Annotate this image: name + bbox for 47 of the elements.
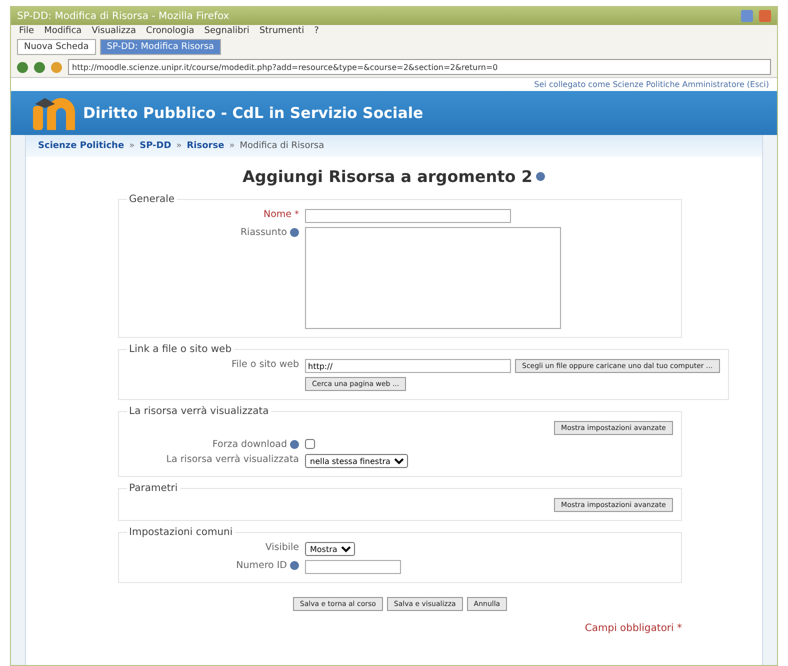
breadcrumb-item[interactable]: Scienze Politiche xyxy=(38,141,124,151)
site-title: Diritto Pubblico - CdL in Servizio Sociale xyxy=(83,104,424,122)
breadcrumb-separator: » xyxy=(176,141,182,151)
field-label: La risorsa verrà visualizzata xyxy=(166,454,299,465)
field-label: File o sito web xyxy=(231,359,299,370)
window-title: SP-DD: Modifica di Risorsa - Mozilla Firefox xyxy=(17,10,230,22)
breadcrumb-separator: » xyxy=(229,141,235,151)
section-legend: Parametri xyxy=(127,483,180,494)
dropdown[interactable]: Mostra xyxy=(305,542,355,556)
menu-item[interactable]: Cronologia xyxy=(146,26,194,36)
field-label: Forza download xyxy=(212,439,287,450)
login-info: Sei collegato come Scienze Politiche Amministratore (Esci) xyxy=(11,78,777,91)
breadcrumb-item[interactable]: Risorse xyxy=(186,141,224,151)
field-label: Nome xyxy=(263,209,292,220)
logo-icon xyxy=(31,96,77,130)
menu-item[interactable]: File xyxy=(19,26,34,36)
browser-tab[interactable]: Nuova Scheda xyxy=(17,39,96,55)
section-legend: Link a file o sito web xyxy=(127,344,234,355)
breadcrumb-item[interactable]: SP-DD xyxy=(140,141,172,151)
menu-item[interactable]: Segnalibri xyxy=(204,26,250,36)
breadcrumb-separator: » xyxy=(129,141,135,151)
help-icon[interactable] xyxy=(290,440,299,449)
field-label: Numero ID xyxy=(236,560,287,571)
required-mark: * xyxy=(294,210,299,220)
help-icon[interactable] xyxy=(536,172,546,181)
field-label: Riassunto xyxy=(240,227,287,238)
field-label: Visibile xyxy=(265,542,299,553)
text-field[interactable] xyxy=(305,209,511,223)
text-field[interactable] xyxy=(305,560,401,574)
help-icon[interactable] xyxy=(290,228,299,237)
checkbox[interactable] xyxy=(305,439,315,449)
menu-item[interactable]: ? xyxy=(314,26,319,36)
url-field[interactable]: http:// xyxy=(305,359,511,373)
address-field[interactable]: http://moodle.scienze.unipr.it/course/modedit.php?add=resource&type=&course=2&section=2&return=0 xyxy=(68,59,771,75)
help-icon[interactable] xyxy=(290,561,299,570)
required-note: Campi obbligatori * xyxy=(584,623,682,634)
menu-item[interactable]: Visualizza xyxy=(92,26,136,36)
section-legend: Generale xyxy=(127,194,177,205)
section-legend: La risorsa verrà visualizzata xyxy=(127,406,271,417)
browser-tab[interactable]: SP-DD: Modifica Risorsa xyxy=(100,39,222,55)
page-title: Aggiungi Risorsa a argomento 2 xyxy=(242,167,532,186)
menu-item[interactable]: Modifica xyxy=(44,26,82,36)
section-legend: Impostazioni comuni xyxy=(127,527,235,538)
text-area[interactable] xyxy=(305,227,561,329)
menu-item[interactable]: Strumenti xyxy=(259,26,304,36)
dropdown[interactable]: nella stessa finestra xyxy=(305,454,408,468)
breadcrumb-item: Modifica di Risorsa xyxy=(240,141,324,151)
